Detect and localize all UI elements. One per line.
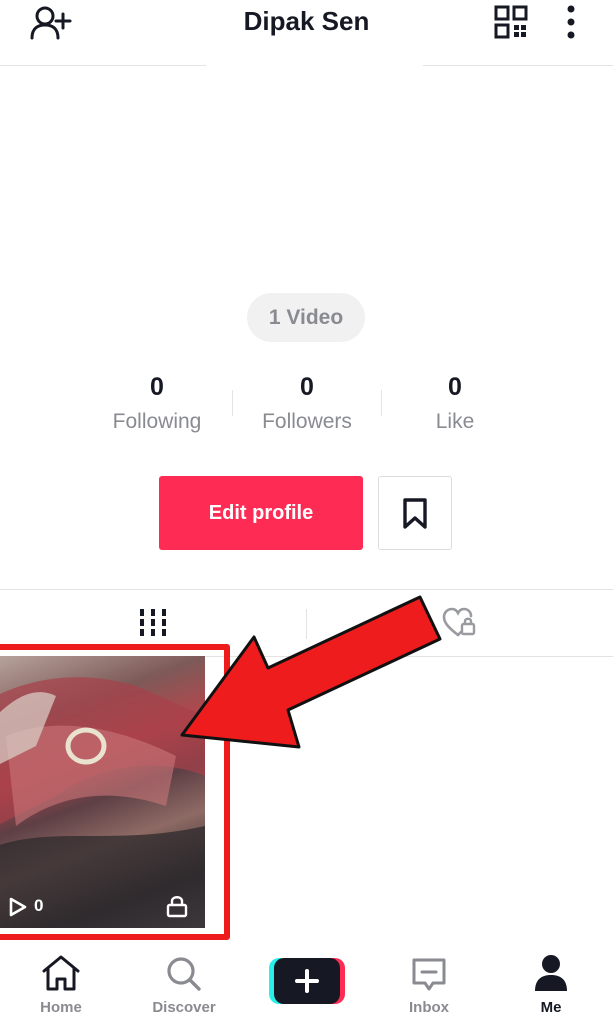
nav-create[interactable] [257, 943, 357, 1024]
nav-home-label: Home [40, 999, 82, 1016]
stat-following[interactable]: 0 Following [82, 372, 232, 437]
stat-followers[interactable]: 0 Followers [232, 372, 382, 437]
followers-label: Followers [262, 410, 352, 433]
edit-profile-button[interactable]: Edit profile [159, 476, 363, 550]
likes-label: Like [435, 410, 475, 433]
favorites-button[interactable] [378, 476, 452, 550]
annotation-arrow-icon [180, 595, 442, 749]
inbox-icon [412, 958, 446, 991]
home-icon [42, 955, 80, 991]
search-icon [167, 957, 201, 991]
person-icon [535, 955, 567, 991]
nav-home[interactable]: Home [11, 943, 111, 1024]
nav-me-label: Me [540, 999, 562, 1016]
plus-icon [269, 958, 345, 1004]
nav-inbox[interactable]: Inbox [379, 943, 479, 1024]
bottom-navigation: Home Discover Inbox Me [0, 943, 613, 1024]
more-vertical-icon[interactable] [556, 4, 586, 40]
nav-discover-label: Discover [152, 999, 216, 1016]
nav-me[interactable]: Me [501, 943, 601, 1024]
header-divider-left [0, 65, 206, 66]
profile-header: Dipak Sen [0, 0, 613, 66]
qr-code-icon[interactable] [494, 5, 528, 39]
video-grid-icon [140, 609, 166, 636]
bookmark-icon [403, 498, 427, 529]
followers-count: 0 [300, 373, 314, 401]
header-divider-right [423, 65, 613, 66]
stat-likes[interactable]: 0 Like [380, 372, 530, 437]
nav-inbox-label: Inbox [409, 999, 449, 1016]
nav-discover[interactable]: Discover [134, 943, 234, 1024]
video-count-pill: 1 Video [247, 293, 365, 342]
following-label: Following [112, 410, 202, 433]
likes-count: 0 [448, 373, 462, 401]
following-count: 0 [150, 373, 164, 401]
